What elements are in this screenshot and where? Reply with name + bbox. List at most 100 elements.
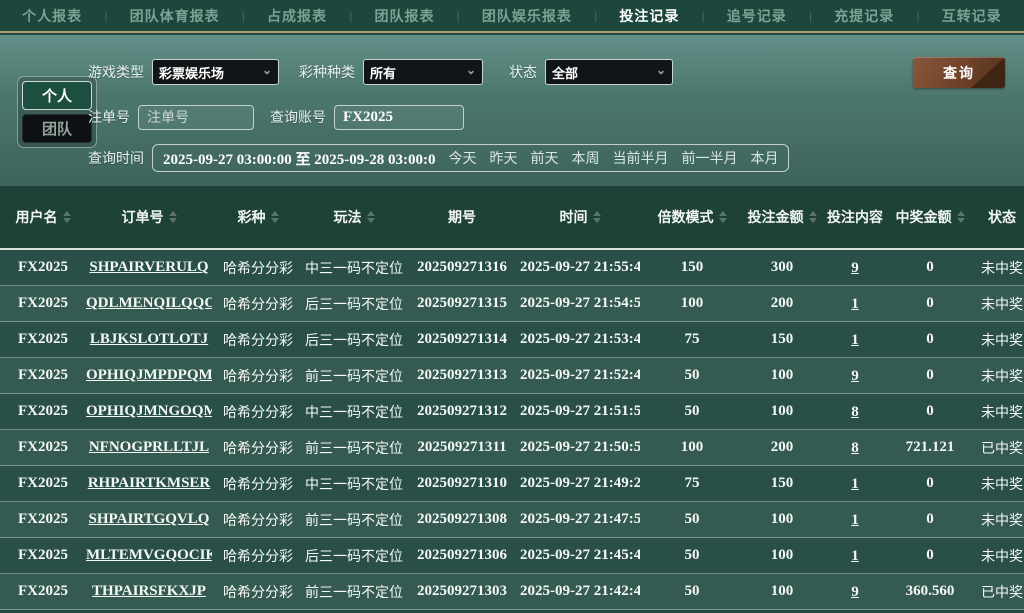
order-id-link[interactable]: LBJKSLOTLOTJ (90, 331, 208, 347)
bet-content-link[interactable]: 9 (851, 368, 859, 384)
table-row: FX2025 LBJKSLOTLOTJ 哈希分分彩 后三一码不定位 2025092713… (0, 322, 1024, 358)
quick-range-6[interactable]: 前一半月 (681, 148, 737, 168)
column-header-2[interactable]: 订单号 (86, 207, 212, 227)
bet-content-link[interactable]: 1 (851, 512, 859, 528)
table-row: FX2025 OPHIQJMPDPQM 哈希分分彩 前三一码不定位 2025092713… (0, 358, 1024, 394)
cell-multiplier: 50 (684, 403, 700, 419)
cell-win-amount: 360.560 (905, 583, 955, 599)
cell-user: FX2025 (18, 295, 68, 311)
order-id-link[interactable]: QDLMENQILQQO (86, 295, 212, 311)
column-label: 用户名 (15, 209, 58, 225)
column-label: 期号 (448, 209, 476, 225)
order-id-link[interactable]: MLTEMVGQOCIK (86, 547, 212, 563)
cell-order-id: SHPAIRTGQVLQ (86, 511, 212, 528)
cell-lottery: 哈希分分彩 (223, 511, 293, 528)
bet-content-link[interactable]: 1 (851, 296, 859, 312)
cell-status: 未中奖 (981, 511, 1023, 528)
order-id-link[interactable]: OPHIQJMNGOQM (86, 403, 212, 419)
account-input[interactable] (334, 104, 464, 130)
order-id-link[interactable]: SHPAIRTGQVLQ (89, 511, 210, 527)
quick-range-2[interactable]: 昨天 (489, 148, 517, 168)
bet-content-link[interactable]: 8 (851, 440, 859, 456)
quick-range-7[interactable]: 本月 (750, 148, 778, 168)
cell-order-id: SHPAIRVERULQ (86, 259, 212, 276)
sort-arrows-icon[interactable] (366, 211, 375, 223)
bet-content-link[interactable]: 9 (851, 260, 859, 276)
cell-bet-amount: 100 (770, 583, 794, 599)
nav-tab-5[interactable]: 团队娱乐报表 (482, 6, 572, 26)
cell-issue: 202509271303 (417, 583, 507, 599)
column-header-3[interactable]: 彩种 (212, 207, 304, 227)
cell-user: FX2025 (18, 259, 68, 275)
bet-content-link[interactable]: 8 (851, 404, 859, 420)
cell-time: 2025-09-27 21:49:29 (520, 475, 640, 491)
status-select[interactable]: 全部 ⌄ (545, 59, 673, 85)
table-row: FX2025 OPHIQJMNGOQM 哈希分分彩 中三一码不定位 2025092713… (0, 394, 1024, 430)
cell-issue: 202509271308 (417, 511, 507, 527)
column-label: 中奖金额 (895, 209, 952, 225)
order-id-link[interactable]: OPHIQJMPDPQM (86, 367, 212, 383)
cell-lottery: 哈希分分彩 (223, 475, 293, 492)
lottery-kind-select[interactable]: 所有 ⌄ (363, 59, 483, 85)
cell-time: 2025-09-27 21:42:49 (520, 583, 640, 599)
nav-separator: | (241, 8, 245, 23)
mode-team-button[interactable]: 团队 (22, 114, 92, 143)
column-header-10[interactable]: 中奖金额 (890, 207, 970, 227)
sort-arrows-icon[interactable] (956, 211, 965, 223)
bet-content-link[interactable]: 1 (851, 332, 859, 348)
nav-tab-7[interactable]: 追号记录 (727, 6, 787, 26)
cell-bet-content: 1 (820, 511, 890, 529)
sort-arrows-icon[interactable] (718, 211, 727, 223)
search-button[interactable]: 查询 (913, 57, 1005, 88)
cell-win-amount: 0 (926, 367, 934, 383)
nav-tab-4[interactable]: 团队报表 (374, 6, 434, 26)
quick-range-1[interactable]: 今天 (448, 148, 476, 168)
cell-issue: 202509271311 (417, 439, 507, 455)
bet-content-link[interactable]: 1 (851, 476, 859, 492)
column-header-5: 期号 (404, 207, 520, 227)
bet-content-link[interactable]: 9 (851, 584, 859, 600)
column-header-8[interactable]: 投注金额 (744, 207, 820, 227)
sort-arrows-icon[interactable] (592, 211, 601, 223)
sort-arrows-icon[interactable] (270, 211, 279, 223)
cell-user: FX2025 (18, 439, 68, 455)
mode-personal-button[interactable]: 个人 (22, 81, 92, 110)
nav-separator: | (808, 8, 813, 23)
game-type-select[interactable]: 彩票娱乐场 ⌄ (152, 59, 279, 85)
order-id-link[interactable]: RHPAIRTKMSER (88, 475, 211, 491)
nav-tab-6[interactable]: 投注记录 (619, 6, 679, 26)
column-header-6[interactable]: 时间 (520, 207, 640, 227)
nav-tab-2[interactable]: 团队体育报表 (130, 6, 220, 26)
sort-arrows-icon[interactable] (62, 211, 71, 223)
cell-time: 2025-09-27 21:50:54 (520, 439, 640, 455)
cell-play: 中三一码不定位 (305, 475, 403, 492)
sort-arrows-icon[interactable] (808, 211, 817, 223)
order-id-link[interactable]: THPAIRSFKXJP (92, 583, 206, 599)
cell-multiplier: 150 (680, 259, 704, 275)
cell-bet-amount: 100 (770, 547, 794, 563)
table-row: FX2025 QDLMENQILQQO 哈希分分彩 后三一码不定位 2025092713… (0, 286, 1024, 322)
column-header-1[interactable]: 用户名 (0, 207, 86, 227)
column-label: 倍数模式 (657, 209, 714, 225)
cell-order-id: RHPAIRTKMSER (86, 475, 212, 492)
quick-range-3[interactable]: 前天 (530, 148, 558, 168)
bet-content-link[interactable]: 1 (851, 548, 859, 564)
sort-arrows-icon[interactable] (168, 211, 177, 223)
cell-issue: 202509271314 (417, 331, 507, 347)
nav-tab-3[interactable]: 占成报表 (267, 6, 327, 26)
cell-time: 2025-09-27 21:51:53 (520, 403, 640, 419)
quick-range-5[interactable]: 当前半月 (612, 148, 668, 168)
quick-range-4[interactable]: 本周 (571, 148, 599, 168)
cell-bet-content: 1 (820, 295, 890, 313)
column-header-7[interactable]: 倍数模式 (640, 207, 744, 227)
cell-win-amount: 0 (926, 259, 934, 275)
order-id-link[interactable]: SHPAIRVERULQ (89, 259, 208, 275)
cell-multiplier: 100 (680, 295, 704, 311)
column-header-4[interactable]: 玩法 (304, 207, 404, 227)
time-range-input[interactable]: 2025-09-27 03:00:00 至 2025-09-28 03:00:0 (163, 148, 435, 169)
nav-tab-1[interactable]: 个人报表 (22, 6, 82, 26)
nav-tab-9[interactable]: 互转记录 (942, 6, 1002, 26)
nav-tab-8[interactable]: 充提记录 (834, 6, 894, 26)
order-id-link[interactable]: NFNOGPRLLTJL (89, 439, 209, 455)
order-no-input[interactable] (138, 104, 254, 130)
